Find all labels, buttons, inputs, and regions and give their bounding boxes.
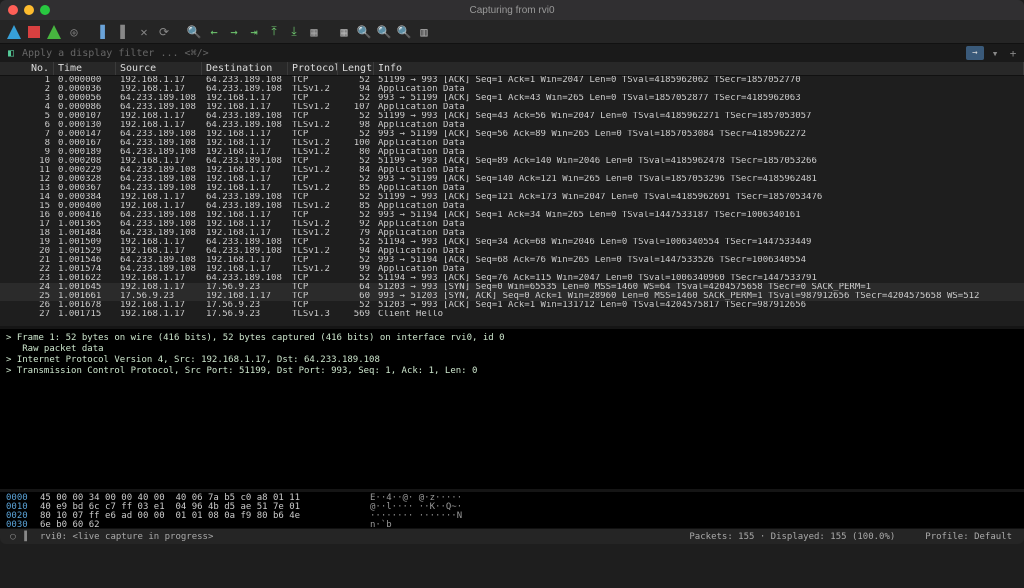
bookmark-icon[interactable]: ◧	[4, 46, 18, 60]
packet-row[interactable]: 181.00148464.233.189.108192.168.1.17TLSv…	[0, 229, 1024, 238]
column-header[interactable]: Time	[54, 62, 116, 75]
packet-bytes-pane[interactable]: 000045 00 00 34 00 00 40 00 40 06 7a b5 …	[0, 492, 1024, 528]
go-forward-icon[interactable]: →	[226, 24, 242, 40]
filter-add-button[interactable]: ▾	[988, 47, 1002, 60]
filter-apply-button[interactable]: →	[966, 46, 984, 60]
status-profile[interactable]: Profile: Default	[925, 532, 1012, 542]
start-capture-icon[interactable]	[6, 24, 22, 40]
packet-row[interactable]: 120.00032864.233.189.108192.168.1.17TCP5…	[0, 175, 1024, 184]
resize-columns-icon[interactable]: ▥	[416, 24, 432, 40]
go-back-icon[interactable]: ←	[206, 24, 222, 40]
packet-row[interactable]: 70.00014764.233.189.108192.168.1.17TCP52…	[0, 130, 1024, 139]
column-header[interactable]: Source	[116, 62, 202, 75]
column-header[interactable]: Length	[338, 62, 374, 75]
go-first-icon[interactable]: ⤒	[266, 24, 282, 40]
packet-row[interactable]: 30.00005664.233.189.108192.168.1.17TCP52…	[0, 94, 1024, 103]
reload-icon[interactable]: ⟳	[156, 24, 172, 40]
capture-options-icon[interactable]: ◎	[66, 24, 82, 40]
column-header[interactable]: No.	[0, 62, 54, 75]
packet-row[interactable]: 251.00166117.56.9.23192.168.1.17TCP60993…	[0, 292, 1024, 301]
packet-row[interactable]: 60.000130192.168.1.1764.233.189.108TLSv1…	[0, 121, 1024, 130]
hex-line[interactable]: 002080 10 07 ff e6 ad 00 00 01 01 08 0a …	[6, 512, 1018, 521]
save-file-icon[interactable]: ▋	[116, 24, 132, 40]
zoom-in-icon[interactable]: 🔍	[356, 24, 372, 40]
detail-line[interactable]: > Transmission Control Protocol, Src Por…	[6, 366, 1018, 377]
display-filter-input[interactable]	[22, 45, 962, 61]
packet-row[interactable]: 80.00016764.233.189.108192.168.1.17TLSv1…	[0, 139, 1024, 148]
packet-row[interactable]: 261.001678192.168.1.1717.56.9.23TCP52512…	[0, 301, 1024, 310]
packet-details-pane[interactable]: > Frame 1: 52 bytes on wire (416 bits), …	[0, 329, 1024, 489]
packet-row[interactable]: 110.00022964.233.189.108192.168.1.17TLSv…	[0, 166, 1024, 175]
expert-info-icon[interactable]: ◯	[6, 532, 20, 542]
status-bar: ◯ ▌ rvi0: <live capture in progress> Pac…	[0, 528, 1024, 544]
packet-row[interactable]: 10.000000192.168.1.1764.233.189.108TCP52…	[0, 76, 1024, 85]
status-file: rvi0: <live capture in progress>	[40, 532, 213, 542]
colorize-icon[interactable]: ▦	[336, 24, 352, 40]
packet-row[interactable]: 90.00018964.233.189.108192.168.1.17TLSv1…	[0, 148, 1024, 157]
column-header[interactable]: Info	[374, 62, 1024, 75]
packet-row[interactable]: 271.001715192.168.1.1717.56.9.23TLSv1.35…	[0, 310, 1024, 319]
column-header[interactable]: Protocol	[288, 62, 338, 75]
packet-row[interactable]: 211.00154664.233.189.108192.168.1.17TCP5…	[0, 256, 1024, 265]
window-title: Capturing from rvi0	[0, 5, 1024, 16]
packet-row[interactable]: 40.00008664.233.189.108192.168.1.17TLSv1…	[0, 103, 1024, 112]
main-toolbar: ◎ ▋ ▋ ✕ ⟳ 🔍 ← → ⇥ ⤒ ⤓ ▦ ▦ 🔍 🔍 🔍 ▥	[0, 20, 1024, 44]
go-last-icon[interactable]: ⤓	[286, 24, 302, 40]
packet-row[interactable]: 191.001509192.168.1.1764.233.189.108TCP5…	[0, 238, 1024, 247]
zoom-out-icon[interactable]: 🔍	[376, 24, 392, 40]
detail-line[interactable]: > Frame 1: 52 bytes on wire (416 bits), …	[6, 333, 1018, 344]
filter-bar: ◧ → ▾ +	[0, 44, 1024, 62]
packet-row[interactable]: 140.000384192.168.1.1764.233.189.108TCP5…	[0, 193, 1024, 202]
filter-new-button[interactable]: +	[1006, 47, 1020, 60]
jump-to-icon[interactable]: ⇥	[246, 24, 262, 40]
packet-row[interactable]: 171.00136564.233.189.108192.168.1.17TLSv…	[0, 220, 1024, 229]
packet-list-header: No.TimeSourceDestinationProtocolLengthIn…	[0, 62, 1024, 76]
column-header[interactable]: Destination	[202, 62, 288, 75]
auto-scroll-icon[interactable]: ▦	[306, 24, 322, 40]
packet-row[interactable]: 201.001529192.168.1.1764.233.189.108TLSv…	[0, 247, 1024, 256]
packet-row[interactable]: 130.00036764.233.189.108192.168.1.17TLSv…	[0, 184, 1024, 193]
stop-capture-icon[interactable]	[26, 24, 42, 40]
detail-line[interactable]: Raw packet data	[6, 344, 1018, 355]
packet-row[interactable]: 241.001645192.168.1.1717.56.9.23TCP64512…	[0, 283, 1024, 292]
find-icon[interactable]: 🔍	[186, 24, 202, 40]
packet-row[interactable]: 231.001622192.168.1.1764.233.189.108TCP5…	[0, 274, 1024, 283]
close-file-icon[interactable]: ✕	[136, 24, 152, 40]
hex-line[interactable]: 00306e b0 60 62n·`b	[6, 521, 1018, 528]
capture-file-icon[interactable]: ▌	[20, 532, 34, 542]
packet-row[interactable]: 150.000400192.168.1.1764.233.189.108TLSv…	[0, 202, 1024, 211]
packet-row[interactable]: 20.000036192.168.1.1764.233.189.108TLSv1…	[0, 85, 1024, 94]
open-file-icon[interactable]: ▋	[96, 24, 112, 40]
packet-row[interactable]: 221.00157464.233.189.108192.168.1.17TLSv…	[0, 265, 1024, 274]
zoom-reset-icon[interactable]: 🔍	[396, 24, 412, 40]
titlebar: Capturing from rvi0	[0, 0, 1024, 20]
packet-row[interactable]: 160.00041664.233.189.108192.168.1.17TCP5…	[0, 211, 1024, 220]
detail-line[interactable]: > Internet Protocol Version 4, Src: 192.…	[6, 355, 1018, 366]
packet-row[interactable]: 50.000107192.168.1.1764.233.189.108TCP52…	[0, 112, 1024, 121]
packet-row[interactable]: 100.000208192.168.1.1764.233.189.108TCP5…	[0, 157, 1024, 166]
status-packets: Packets: 155 · Displayed: 155 (100.0%)	[689, 532, 895, 542]
restart-capture-icon[interactable]	[46, 24, 62, 40]
packet-list[interactable]: 10.000000192.168.1.1764.233.189.108TCP52…	[0, 76, 1024, 326]
